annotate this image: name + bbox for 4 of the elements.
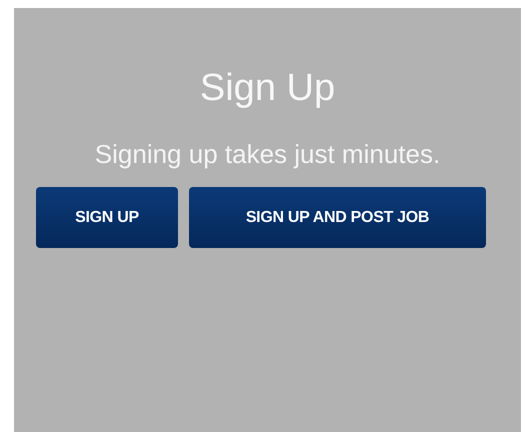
sign-up-post-job-button[interactable]: SIGN UP AND POST JOB xyxy=(189,187,486,248)
panel-subtitle: Signing up takes just minutes. xyxy=(94,138,440,170)
panel-title: Sign Up xyxy=(200,66,336,110)
sign-up-button[interactable]: SIGN UP xyxy=(36,187,178,248)
